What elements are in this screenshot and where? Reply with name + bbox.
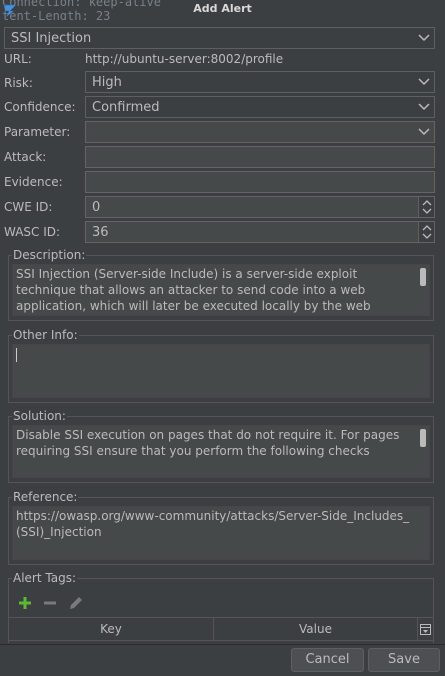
other-info-textarea[interactable]: [12, 344, 430, 398]
description-group: Description: SSI Injection (Server-side …: [8, 248, 434, 321]
url-label: URL:: [4, 52, 32, 66]
footer-divider: [0, 644, 445, 645]
tags-table-header: Key Value: [9, 617, 433, 641]
url-value: http://ubuntu-server:8002/profile: [85, 52, 284, 66]
column-options-icon[interactable]: [420, 624, 431, 635]
wasc-id-value: 36: [92, 225, 109, 240]
cancel-button[interactable]: Cancel: [291, 648, 364, 672]
save-button[interactable]: Save: [368, 648, 440, 672]
description-text: SSI Injection (Server-side Include) is a…: [16, 267, 371, 313]
add-icon[interactable]: [17, 595, 33, 611]
chevron-down-icon: [418, 34, 430, 42]
scrollbar-thumb[interactable]: [420, 268, 426, 286]
chevron-down-icon: [418, 78, 430, 86]
reference-text: https://owasp.org/www-community/attacks/…: [16, 509, 410, 539]
wasc-id-spinner[interactable]: 36: [85, 221, 435, 243]
attack-input[interactable]: [85, 146, 435, 168]
other-info-group: Other Info:: [8, 328, 434, 403]
chevron-down-icon: [418, 128, 430, 136]
alert-tags-label: Alert Tags:: [12, 571, 77, 585]
edit-pencil-icon[interactable]: [68, 595, 84, 611]
up-down-arrows-icon: [422, 225, 432, 239]
parameter-combo[interactable]: [85, 121, 435, 143]
alert-type-value: SSI Injection: [11, 31, 92, 46]
reference-group: Reference: https://owasp.org/www-communi…: [8, 490, 434, 565]
reference-label: Reference:: [12, 490, 79, 504]
spinner-arrows[interactable]: [418, 222, 434, 242]
cwe-id-label: CWE ID:: [4, 200, 53, 214]
scrollbar-thumb[interactable]: [420, 429, 426, 447]
title-bar: Connection: keep-alive tent-Length: 23 A…: [0, 0, 445, 20]
alert-tags-group: Alert Tags: Key Value: [8, 571, 434, 643]
text-caret: [16, 348, 17, 362]
evidence-label: Evidence:: [4, 175, 63, 189]
spinner-arrows[interactable]: [418, 197, 434, 217]
chevron-down-icon: [418, 103, 430, 111]
risk-value: High: [92, 75, 122, 90]
cwe-id-value: 0: [92, 200, 101, 215]
risk-label: Risk:: [4, 76, 33, 90]
cwe-id-spinner[interactable]: 0: [85, 196, 435, 218]
attack-label: Attack:: [4, 150, 47, 164]
solution-group: Solution: Disable SSI execution on pages…: [8, 409, 434, 483]
up-down-arrows-icon: [422, 200, 432, 214]
wasc-id-label: WASC ID:: [4, 225, 61, 239]
column-header-key[interactable]: Key: [9, 618, 214, 641]
solution-label: Solution:: [12, 409, 67, 423]
column-header-value[interactable]: Value: [214, 618, 418, 641]
description-label: Description:: [12, 248, 87, 262]
parameter-label: Parameter:: [4, 125, 71, 139]
confidence-select[interactable]: Confirmed: [85, 96, 435, 118]
alert-type-select[interactable]: SSI Injection: [4, 27, 435, 49]
evidence-input[interactable]: [85, 171, 435, 193]
confidence-value: Confirmed: [92, 100, 160, 115]
solution-textarea[interactable]: Disable SSI execution on pages that do n…: [12, 425, 430, 478]
dialog-title: Add Alert: [193, 2, 252, 15]
risk-select[interactable]: High: [85, 71, 435, 93]
confidence-label: Confidence:: [4, 100, 76, 114]
other-info-label: Other Info:: [12, 328, 79, 342]
reference-textarea[interactable]: https://owasp.org/www-community/attacks/…: [12, 506, 430, 560]
remove-icon[interactable]: [42, 595, 58, 611]
solution-text: Disable SSI execution on pages that do n…: [16, 428, 400, 458]
description-textarea[interactable]: SSI Injection (Server-side Include) is a…: [12, 264, 430, 316]
